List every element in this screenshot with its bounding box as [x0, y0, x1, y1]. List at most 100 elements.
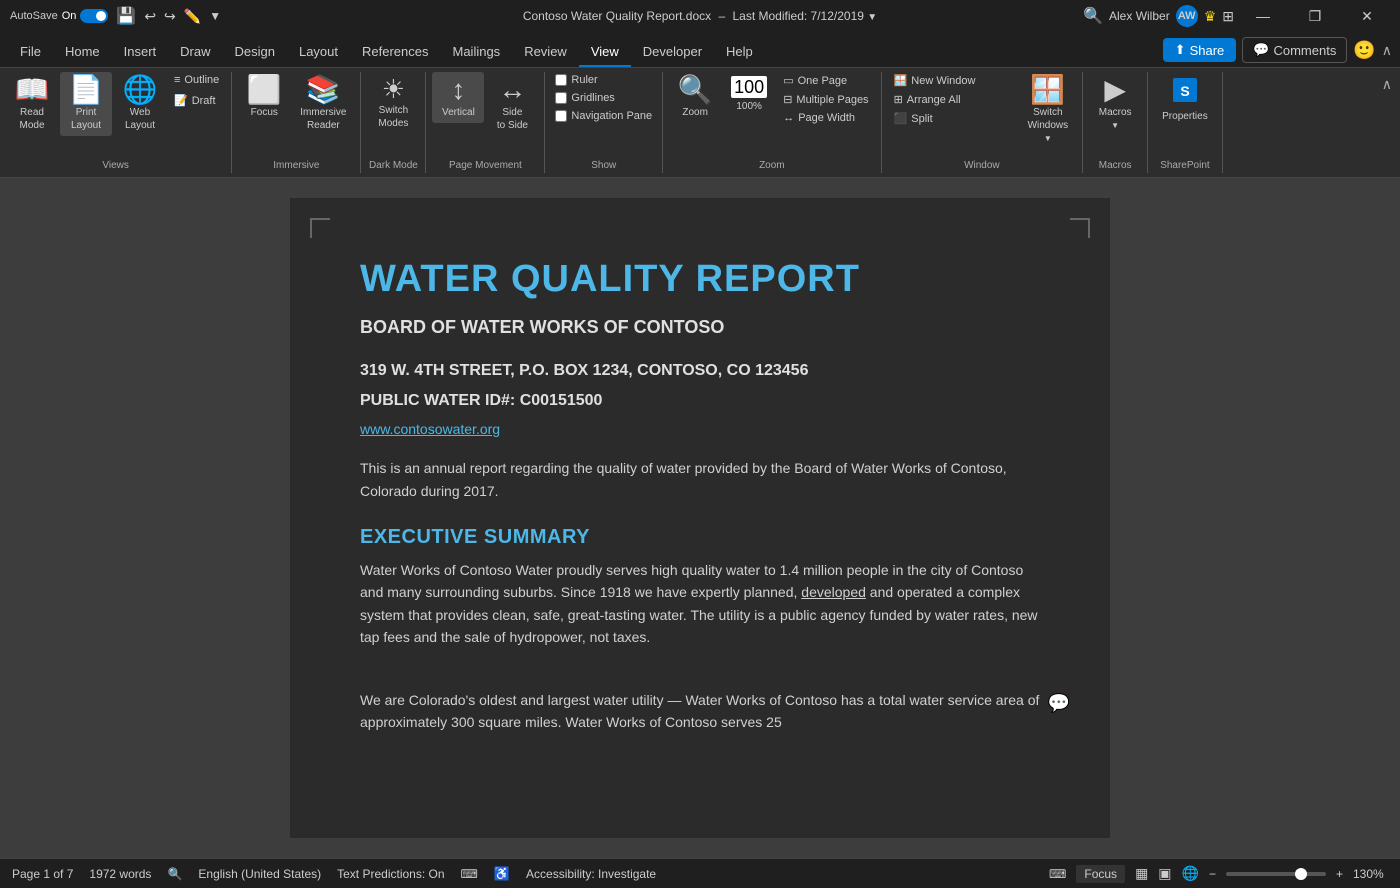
ruler-checkbox[interactable]: Ruler [551, 72, 656, 88]
close-button[interactable]: ✕ [1344, 0, 1390, 32]
vertical-button[interactable]: ↕ Vertical [432, 72, 484, 123]
tab-mailings[interactable]: Mailings [441, 38, 513, 67]
properties-button[interactable]: S Properties [1154, 72, 1216, 127]
nav-pane-check-input[interactable] [555, 110, 567, 122]
tab-layout[interactable]: Layout [287, 38, 350, 67]
tab-insert[interactable]: Insert [112, 38, 169, 67]
outline-button[interactable]: ≡ Outline [168, 72, 225, 88]
switch-windows-icon: 🪟 [1030, 76, 1065, 104]
save-icon[interactable]: 💾 [116, 6, 136, 26]
tab-help[interactable]: Help [714, 38, 765, 67]
web-view-icon[interactable]: 🌐 [1182, 865, 1199, 882]
zoom-in-icon[interactable]: + [1336, 867, 1343, 881]
language[interactable]: English (United States) [198, 867, 321, 881]
mode-switch-icon[interactable]: ⌨ [1049, 867, 1066, 881]
views-items: 📖 ReadMode 📄 PrintLayout 🌐 WebLayout ≡ O… [6, 72, 225, 158]
zoom-slider[interactable] [1226, 872, 1326, 876]
document-area: WATER QUALITY REPORT BOARD OF WATER WORK… [0, 178, 1400, 858]
layout-view-icon[interactable]: ▦ [1135, 865, 1148, 882]
outline-draft-group: ≡ Outline 📝 Draft [168, 72, 225, 109]
text-predictions[interactable]: Text Predictions: On [337, 867, 444, 881]
title-bar-right: 🔍 Alex Wilber AW ♛ ⊞ — ❐ ✕ [1083, 0, 1390, 32]
immersive-reader-button[interactable]: 📚 ImmersiveReader [292, 72, 354, 136]
proofing-icon[interactable]: 🔍 [167, 867, 182, 881]
side-to-side-button[interactable]: ↔ Sideto Side [486, 72, 538, 136]
read-mode-button[interactable]: 📖 ReadMode [6, 72, 58, 136]
read-mode-label: ReadMode [19, 106, 44, 132]
print-view-icon[interactable]: ▣ [1158, 865, 1171, 882]
one-page-button[interactable]: ▭ One Page [777, 72, 874, 89]
exec-summary-p2: We are Colorado's oldest and largest wat… [360, 689, 1040, 734]
zoom-100-icon: 100 [731, 76, 767, 98]
ribbon-group-views: 📖 ReadMode 📄 PrintLayout 🌐 WebLayout ≡ O… [0, 72, 232, 173]
filename: Contoso Water Quality Report.docx [523, 9, 711, 23]
comment-annotation-icon[interactable]: 💬 [1048, 689, 1070, 718]
zoom-button[interactable]: 🔍 Zoom [669, 72, 721, 123]
word-count: 1972 words [89, 867, 151, 881]
comments-button[interactable]: 💬 Comments [1242, 37, 1347, 63]
zoom-100-button[interactable]: 100 100% [723, 72, 775, 117]
share-button[interactable]: ⬆ Share [1163, 38, 1237, 62]
web-layout-icon: 🌐 [123, 76, 158, 104]
ruler-check-input[interactable] [555, 74, 567, 86]
print-layout-button[interactable]: 📄 PrintLayout [60, 72, 112, 136]
page-corner-tr [1070, 218, 1090, 238]
focus-button[interactable]: Focus [1076, 865, 1125, 883]
title-bar-left: AutoSave On 💾 ↩ ↪ ✏️ ▼ [10, 6, 221, 26]
accessibility-label[interactable]: Accessibility: Investigate [526, 867, 656, 881]
user-avatar[interactable]: AW [1176, 5, 1198, 27]
autosave-switch[interactable] [80, 9, 108, 23]
customize-icon[interactable]: ▼ [209, 9, 221, 23]
new-window-button[interactable]: 🪟 New Window [888, 72, 1018, 89]
tab-file[interactable]: File [8, 38, 53, 67]
web-layout-button[interactable]: 🌐 WebLayout [114, 72, 166, 136]
tab-view[interactable]: View [579, 38, 631, 67]
side-to-side-label: Sideto Side [497, 106, 528, 132]
pen-icon[interactable]: ✏️ [184, 8, 201, 25]
document-address-line1: 319 W. 4TH STREET, P.O. BOX 1234, CONTOS… [360, 358, 1040, 384]
minimize-button[interactable]: — [1240, 0, 1286, 32]
window-small-btns: 🪟 New Window ⊞ Arrange All ⬛ Split [888, 72, 1018, 127]
version-dropdown-icon[interactable]: ▼ [867, 12, 877, 23]
emoji-button[interactable]: 🙂 [1353, 40, 1375, 61]
crown-icon[interactable]: ♛ [1204, 8, 1217, 25]
redo-icon[interactable]: ↪ [164, 8, 176, 25]
undo-icon[interactable]: ↩ [144, 8, 156, 25]
tab-draw[interactable]: Draw [168, 38, 222, 67]
restore-button[interactable]: ❐ [1292, 0, 1338, 32]
tab-developer[interactable]: Developer [631, 38, 714, 67]
gridlines-checkbox[interactable]: Gridlines [551, 90, 656, 106]
ribbon-collapse-icon[interactable]: ∧ [1382, 42, 1392, 59]
tab-home[interactable]: Home [53, 38, 112, 67]
switch-windows-button[interactable]: 🪟 SwitchWindows ▼ [1020, 72, 1077, 147]
status-bar: Page 1 of 7 1972 words 🔍 English (United… [0, 858, 1400, 888]
tab-review[interactable]: Review [512, 38, 579, 67]
macros-button[interactable]: ▶ Macros ▼ [1089, 72, 1141, 134]
document-website[interactable]: www.contosowater.org [360, 421, 1040, 437]
arrange-all-button[interactable]: ⊞ Arrange All [888, 91, 1018, 108]
navigation-pane-checkbox[interactable]: Navigation Pane [551, 108, 656, 124]
tablet-icon[interactable]: ⌨ [461, 867, 478, 881]
gridlines-check-input[interactable] [555, 92, 567, 104]
split-button[interactable]: ⬛ Split [888, 110, 1018, 127]
collapse-ribbon-icon[interactable]: ∧ [1382, 76, 1392, 93]
autosave-toggle[interactable]: AutoSave On [10, 9, 108, 23]
zoom-level[interactable]: 130% [1353, 867, 1388, 881]
vertical-icon: ↕ [451, 76, 465, 104]
tab-references[interactable]: References [350, 38, 440, 67]
search-icon[interactable]: 🔍 [1083, 6, 1103, 26]
tab-design[interactable]: Design [223, 38, 287, 67]
one-page-icon: ▭ [783, 74, 793, 87]
zoom-thumb[interactable] [1295, 868, 1307, 880]
focus-button[interactable]: ⬜ Focus [238, 72, 290, 123]
page-width-button[interactable]: ↔ Page Width [777, 110, 874, 126]
immersive-reader-label: ImmersiveReader [300, 106, 346, 132]
ribbon-group-page-movement: ↕ Vertical ↔ Sideto Side Page Movement [426, 72, 545, 173]
paragraph-spacer [360, 673, 1040, 689]
grid-icon[interactable]: ⊞ [1222, 8, 1234, 25]
draft-button[interactable]: 📝 Draft [168, 92, 225, 109]
switch-modes-button[interactable]: ☀ SwitchModes [367, 72, 419, 134]
ribbon-collapse-btn[interactable]: ∧ [1374, 72, 1400, 173]
multiple-pages-button[interactable]: ⊟ Multiple Pages [777, 91, 874, 108]
zoom-out-icon[interactable]: − [1209, 867, 1216, 881]
